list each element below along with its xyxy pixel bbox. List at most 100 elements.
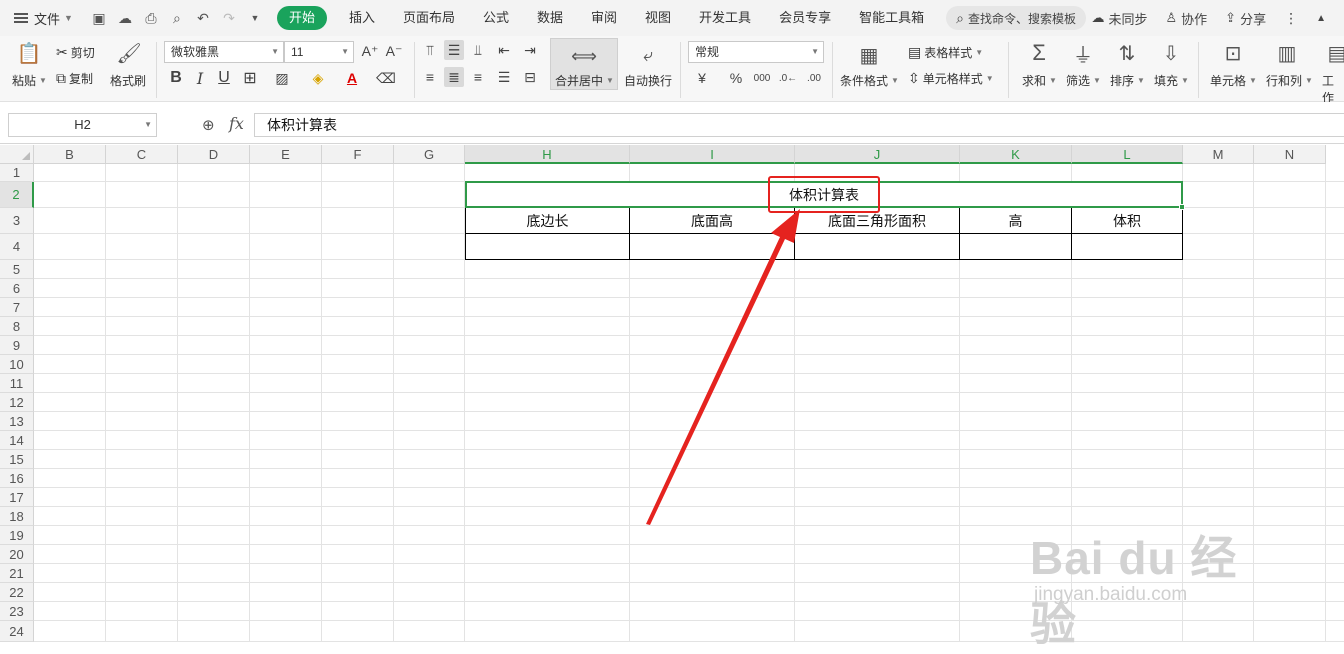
column-header-K[interactable]: K — [960, 145, 1072, 164]
table-header-cell[interactable]: 高 — [960, 208, 1072, 234]
share-button[interactable]: ⇪ 分享 — [1225, 9, 1266, 28]
cells-icon[interactable]: ⊡ — [1222, 42, 1244, 65]
row-header-14[interactable]: 14 — [0, 431, 34, 450]
tab-7[interactable]: 开发工具 — [685, 6, 765, 30]
worksheet-button[interactable]: 工作 — [1322, 72, 1344, 106]
row-header-23[interactable]: 23 — [0, 602, 34, 621]
tab-6[interactable]: 视图 — [631, 6, 685, 30]
column-header-E[interactable]: E — [250, 145, 322, 164]
filter-icon[interactable]: ⏚ — [1072, 42, 1094, 67]
font-name-select[interactable]: 微软雅黑 ▼ — [164, 41, 284, 63]
tab-1[interactable]: 插入 — [335, 6, 389, 30]
number-format-select[interactable]: 常规 ▼ — [688, 41, 824, 63]
tab-9[interactable]: 智能工具箱 — [845, 6, 938, 30]
underline-icon[interactable]: U — [214, 68, 234, 88]
name-box[interactable]: H2 ▼ — [8, 113, 157, 137]
row-header-5[interactable]: 5 — [0, 260, 34, 279]
wrap-text-icon[interactable]: ⤶ — [637, 44, 659, 66]
rows-cols-icon[interactable]: ▥ — [1276, 42, 1298, 65]
paste-icon[interactable]: 📋 — [17, 42, 42, 65]
collapse-ribbon-icon[interactable]: ▲ — [1316, 13, 1326, 24]
font-color-icon[interactable]: A — [342, 68, 362, 88]
format-painter-icon[interactable]: 🖌 — [116, 42, 141, 65]
align-left-icon[interactable]: ≡ — [420, 67, 440, 87]
align-center-icon[interactable]: ≣ — [444, 67, 464, 87]
thousands-separator-icon[interactable]: 000 — [752, 68, 772, 88]
borders-icon[interactable]: ⊞ — [240, 68, 260, 88]
wrap-text-button[interactable]: 自动换行 — [624, 72, 672, 89]
zoom-icon[interactable]: ⊕ — [202, 116, 215, 134]
align-middle-icon[interactable]: ☰ — [444, 40, 464, 60]
row-header-13[interactable]: 13 — [0, 412, 34, 431]
rows-cols-button[interactable]: 行和列 ▼ — [1266, 72, 1313, 89]
column-header-C[interactable]: C — [106, 145, 178, 164]
conditional-format-button[interactable]: 条件格式 ▼ — [840, 72, 899, 89]
sort-button[interactable]: 排序 ▼ — [1110, 72, 1145, 89]
more-options-icon[interactable]: ⋮ — [1284, 10, 1298, 27]
sync-status[interactable]: ☁ 未同步 — [1091, 9, 1147, 28]
row-header-2[interactable]: 2 — [0, 182, 34, 208]
undo-icon[interactable]: ↶ — [195, 10, 211, 26]
command-search[interactable]: ⌕ 查找命令、搜索模板 — [946, 6, 1086, 30]
cloud-icon[interactable]: ☁ — [117, 10, 133, 26]
print-icon[interactable]: ⎙ — [143, 10, 159, 26]
row-header-12[interactable]: 12 — [0, 393, 34, 412]
increase-font-icon[interactable]: A⁺ — [360, 41, 380, 61]
table-data-cell[interactable] — [795, 234, 960, 260]
merge-center-button[interactable]: ⟺ 合并居中 ▼ — [550, 38, 618, 90]
row-header-6[interactable]: 6 — [0, 279, 34, 298]
increase-decimal-icon[interactable]: .0← — [778, 68, 798, 88]
cut-button[interactable]: ✂ 剪切 — [56, 44, 95, 61]
table-header-cell[interactable]: 底边长 — [465, 208, 630, 234]
save-icon[interactable]: ▣ — [91, 10, 107, 26]
tab-0[interactable]: 开始 — [276, 6, 327, 30]
row-header-10[interactable]: 10 — [0, 355, 34, 374]
align-top-icon[interactable]: ⫪ — [420, 40, 440, 60]
fill-pattern-icon[interactable]: ▨ — [272, 68, 292, 88]
row-header-21[interactable]: 21 — [0, 564, 34, 583]
currency-icon[interactable]: ¥ — [692, 68, 712, 88]
align-right-icon[interactable]: ≡ — [468, 67, 488, 87]
table-header-cell[interactable]: 体积 — [1072, 208, 1183, 234]
column-header-G[interactable]: G — [394, 145, 465, 164]
column-header-I[interactable]: I — [630, 145, 795, 164]
row-header-20[interactable]: 20 — [0, 545, 34, 564]
row-header-16[interactable]: 16 — [0, 469, 34, 488]
increase-indent-icon[interactable]: ⇥ — [520, 40, 540, 60]
bold-icon[interactable]: B — [166, 68, 186, 88]
sort-icon[interactable]: ⇅ — [1116, 42, 1138, 65]
conditional-format-icon[interactable]: ▦ — [858, 44, 880, 67]
tab-5[interactable]: 审阅 — [577, 6, 631, 30]
align-bottom-icon[interactable]: ⫫ — [468, 40, 488, 60]
italic-icon[interactable]: I — [190, 68, 210, 88]
fill-down-icon[interactable]: ⇩ — [1160, 42, 1182, 65]
filter-button[interactable]: 筛选 ▼ — [1066, 72, 1101, 89]
column-header-B[interactable]: B — [34, 145, 106, 164]
customize-toolbar-icon[interactable]: ▼ — [247, 10, 263, 26]
decrease-indent-icon[interactable]: ⇤ — [494, 40, 514, 60]
table-data-cell[interactable] — [465, 234, 630, 260]
cell-style-button[interactable]: ⇳ 单元格样式 ▼ — [908, 70, 994, 87]
tab-8[interactable]: 会员专享 — [765, 6, 845, 30]
table-data-cell[interactable] — [960, 234, 1072, 260]
font-size-select[interactable]: 11 ▼ — [284, 41, 354, 63]
column-header-F[interactable]: F — [322, 145, 394, 164]
print-preview-icon[interactable]: ⌕ — [169, 10, 185, 26]
decrease-font-icon[interactable]: A⁻ — [384, 41, 404, 61]
copy-button[interactable]: ⧉ 复制 — [56, 70, 93, 87]
row-header-24[interactable]: 24 — [0, 621, 34, 642]
row-header-18[interactable]: 18 — [0, 507, 34, 526]
fill-button[interactable]: 填充 ▼ — [1154, 72, 1189, 89]
percent-icon[interactable]: % — [726, 68, 746, 88]
table-data-cell[interactable] — [630, 234, 795, 260]
fill-color-icon[interactable]: ◈ — [308, 68, 328, 88]
file-menu[interactable]: 文件 ▼ — [34, 9, 73, 28]
clear-format-icon[interactable]: ⌫ — [376, 68, 396, 88]
row-header-8[interactable]: 8 — [0, 317, 34, 336]
sum-icon[interactable]: Σ — [1028, 40, 1050, 65]
column-header-M[interactable]: M — [1183, 145, 1254, 164]
format-painter-button[interactable]: 格式刷 — [110, 72, 146, 89]
row-header-7[interactable]: 7 — [0, 298, 34, 317]
column-header-H[interactable]: H — [465, 145, 630, 164]
tab-2[interactable]: 页面布局 — [389, 6, 469, 30]
